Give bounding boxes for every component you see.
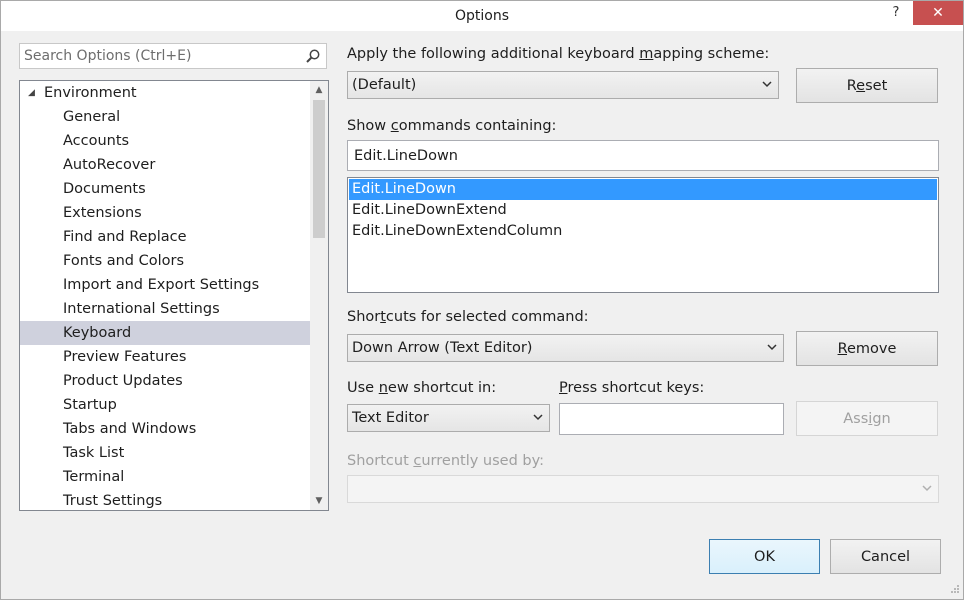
shortcuts-label: Shortcuts for selected command: [347, 309, 589, 325]
use-new-shortcut-dropdown[interactable]: Text Editor [347, 404, 550, 432]
title-bar: Options ? ✕ [1, 1, 963, 31]
window-title: Options [454, 8, 510, 24]
tree-item-label: Environment [44, 85, 137, 101]
shortcuts-dropdown[interactable]: Down Arrow (Text Editor) [347, 334, 784, 362]
tree-item-label: Terminal [63, 469, 125, 485]
currently-used-by-label: Shortcut currently used by: [347, 453, 545, 469]
chevron-down-icon [767, 344, 777, 351]
tree-item-general[interactable]: General [20, 105, 310, 129]
scroll-thumb[interactable] [313, 100, 325, 238]
show-commands-label: Show commands containing: [347, 118, 557, 134]
tree-item-product-updates[interactable]: Product Updates [20, 369, 310, 393]
tree-item-label: Tabs and Windows [63, 421, 197, 437]
tree-item-label: AutoRecover [63, 157, 156, 173]
tree-item-startup[interactable]: Startup [20, 393, 310, 417]
shortcuts-value: Down Arrow (Text Editor) [352, 340, 533, 356]
tree-item-tabs-and-windows[interactable]: Tabs and Windows [20, 417, 310, 441]
tree-item-label: Extensions [63, 205, 142, 221]
chevron-down-icon [762, 81, 772, 88]
tree-item-label: Trust Settings [63, 493, 163, 509]
chevron-down-icon [922, 485, 932, 492]
resize-grip-icon[interactable] [948, 584, 960, 596]
tree-item-find-and-replace[interactable]: Find and Replace [20, 225, 310, 249]
tree-item-import-and-export-settings[interactable]: Import and Export Settings [20, 273, 310, 297]
tree-item-international-settings[interactable]: International Settings [20, 297, 310, 321]
press-shortcut-keys-box [559, 403, 784, 435]
tree-item-label: International Settings [63, 301, 220, 317]
help-button[interactable]: ? [879, 1, 913, 25]
tree-item-label: Accounts [63, 133, 130, 149]
scroll-down-icon[interactable]: ▼ [310, 492, 328, 510]
tree-item-label: Import and Export Settings [63, 277, 260, 293]
tree-item-documents[interactable]: Documents [20, 177, 310, 201]
command-list-item[interactable]: Edit.LineDown [349, 179, 937, 200]
caret-down-icon[interactable]: ◢ [28, 81, 35, 105]
tree-item-label: Task List [63, 445, 125, 461]
press-shortcut-keys-label: Press shortcut keys: [559, 380, 705, 396]
command-list-item[interactable]: Edit.LineDownExtendColumn [349, 221, 937, 242]
chevron-down-icon [533, 414, 543, 421]
mapping-scheme-dropdown[interactable]: (Default) [347, 71, 779, 99]
tree-item-environment[interactable]: ◢ Environment [20, 81, 310, 105]
tree-item-extensions[interactable]: Extensions [20, 201, 310, 225]
options-tree: ◢ Environment General Accounts AutoRecover… [19, 80, 329, 511]
search-options-box [19, 43, 327, 69]
press-shortcut-keys-input[interactable] [560, 404, 783, 433]
tree-item-terminal[interactable]: Terminal [20, 465, 310, 489]
assign-button[interactable]: Assign [796, 401, 938, 436]
use-new-shortcut-label: Use new shortcut in: [347, 380, 497, 396]
scroll-up-icon[interactable]: ▲ [310, 81, 328, 99]
tree-item-task-list[interactable]: Task List [20, 441, 310, 465]
reset-button[interactable]: Reset [796, 68, 938, 103]
tree-item-label: Product Updates [63, 373, 183, 389]
tree-item-label: General [63, 109, 121, 125]
options-dialog: Options ? ✕ ◢ Environment General Account… [0, 0, 964, 600]
currently-used-by-dropdown[interactable] [347, 475, 939, 503]
close-button[interactable]: ✕ [913, 1, 963, 25]
commands-list: Edit.LineDown Edit.LineDownExtend Edit.Lin… [347, 177, 939, 293]
use-new-shortcut-value: Text Editor [352, 410, 429, 426]
show-commands-box [347, 140, 939, 171]
tree-item-trust-settings[interactable]: Trust Settings [20, 489, 310, 510]
command-list-item[interactable]: Edit.LineDownExtend [349, 200, 937, 221]
tree-item-label: Keyboard [63, 325, 132, 341]
cancel-button[interactable]: Cancel [830, 539, 941, 574]
tree-item-accounts[interactable]: Accounts [20, 129, 310, 153]
tree-item-label: Startup [63, 397, 117, 413]
tree-item-label: Find and Replace [63, 229, 187, 245]
tree-item-label: Documents [63, 181, 146, 197]
mapping-scheme-label: Apply the following additional keyboard … [347, 46, 770, 62]
tree-item-label: Preview Features [63, 349, 187, 365]
tree-item-autorecover[interactable]: AutoRecover [20, 153, 310, 177]
show-commands-input[interactable] [348, 141, 938, 170]
ok-button[interactable]: OK [709, 539, 820, 574]
mapping-scheme-value: (Default) [352, 77, 417, 93]
tree-item-fonts-and-colors[interactable]: Fonts and Colors [20, 249, 310, 273]
tree-item-preview-features[interactable]: Preview Features [20, 345, 310, 369]
remove-button[interactable]: Remove [796, 331, 938, 366]
tree-item-keyboard[interactable]: Keyboard [20, 321, 310, 345]
tree-scrollbar[interactable]: ▲ ▼ [310, 81, 328, 510]
magnifier-icon[interactable] [305, 48, 321, 64]
tree-item-label: Fonts and Colors [63, 253, 185, 269]
search-options-input[interactable] [20, 44, 304, 68]
